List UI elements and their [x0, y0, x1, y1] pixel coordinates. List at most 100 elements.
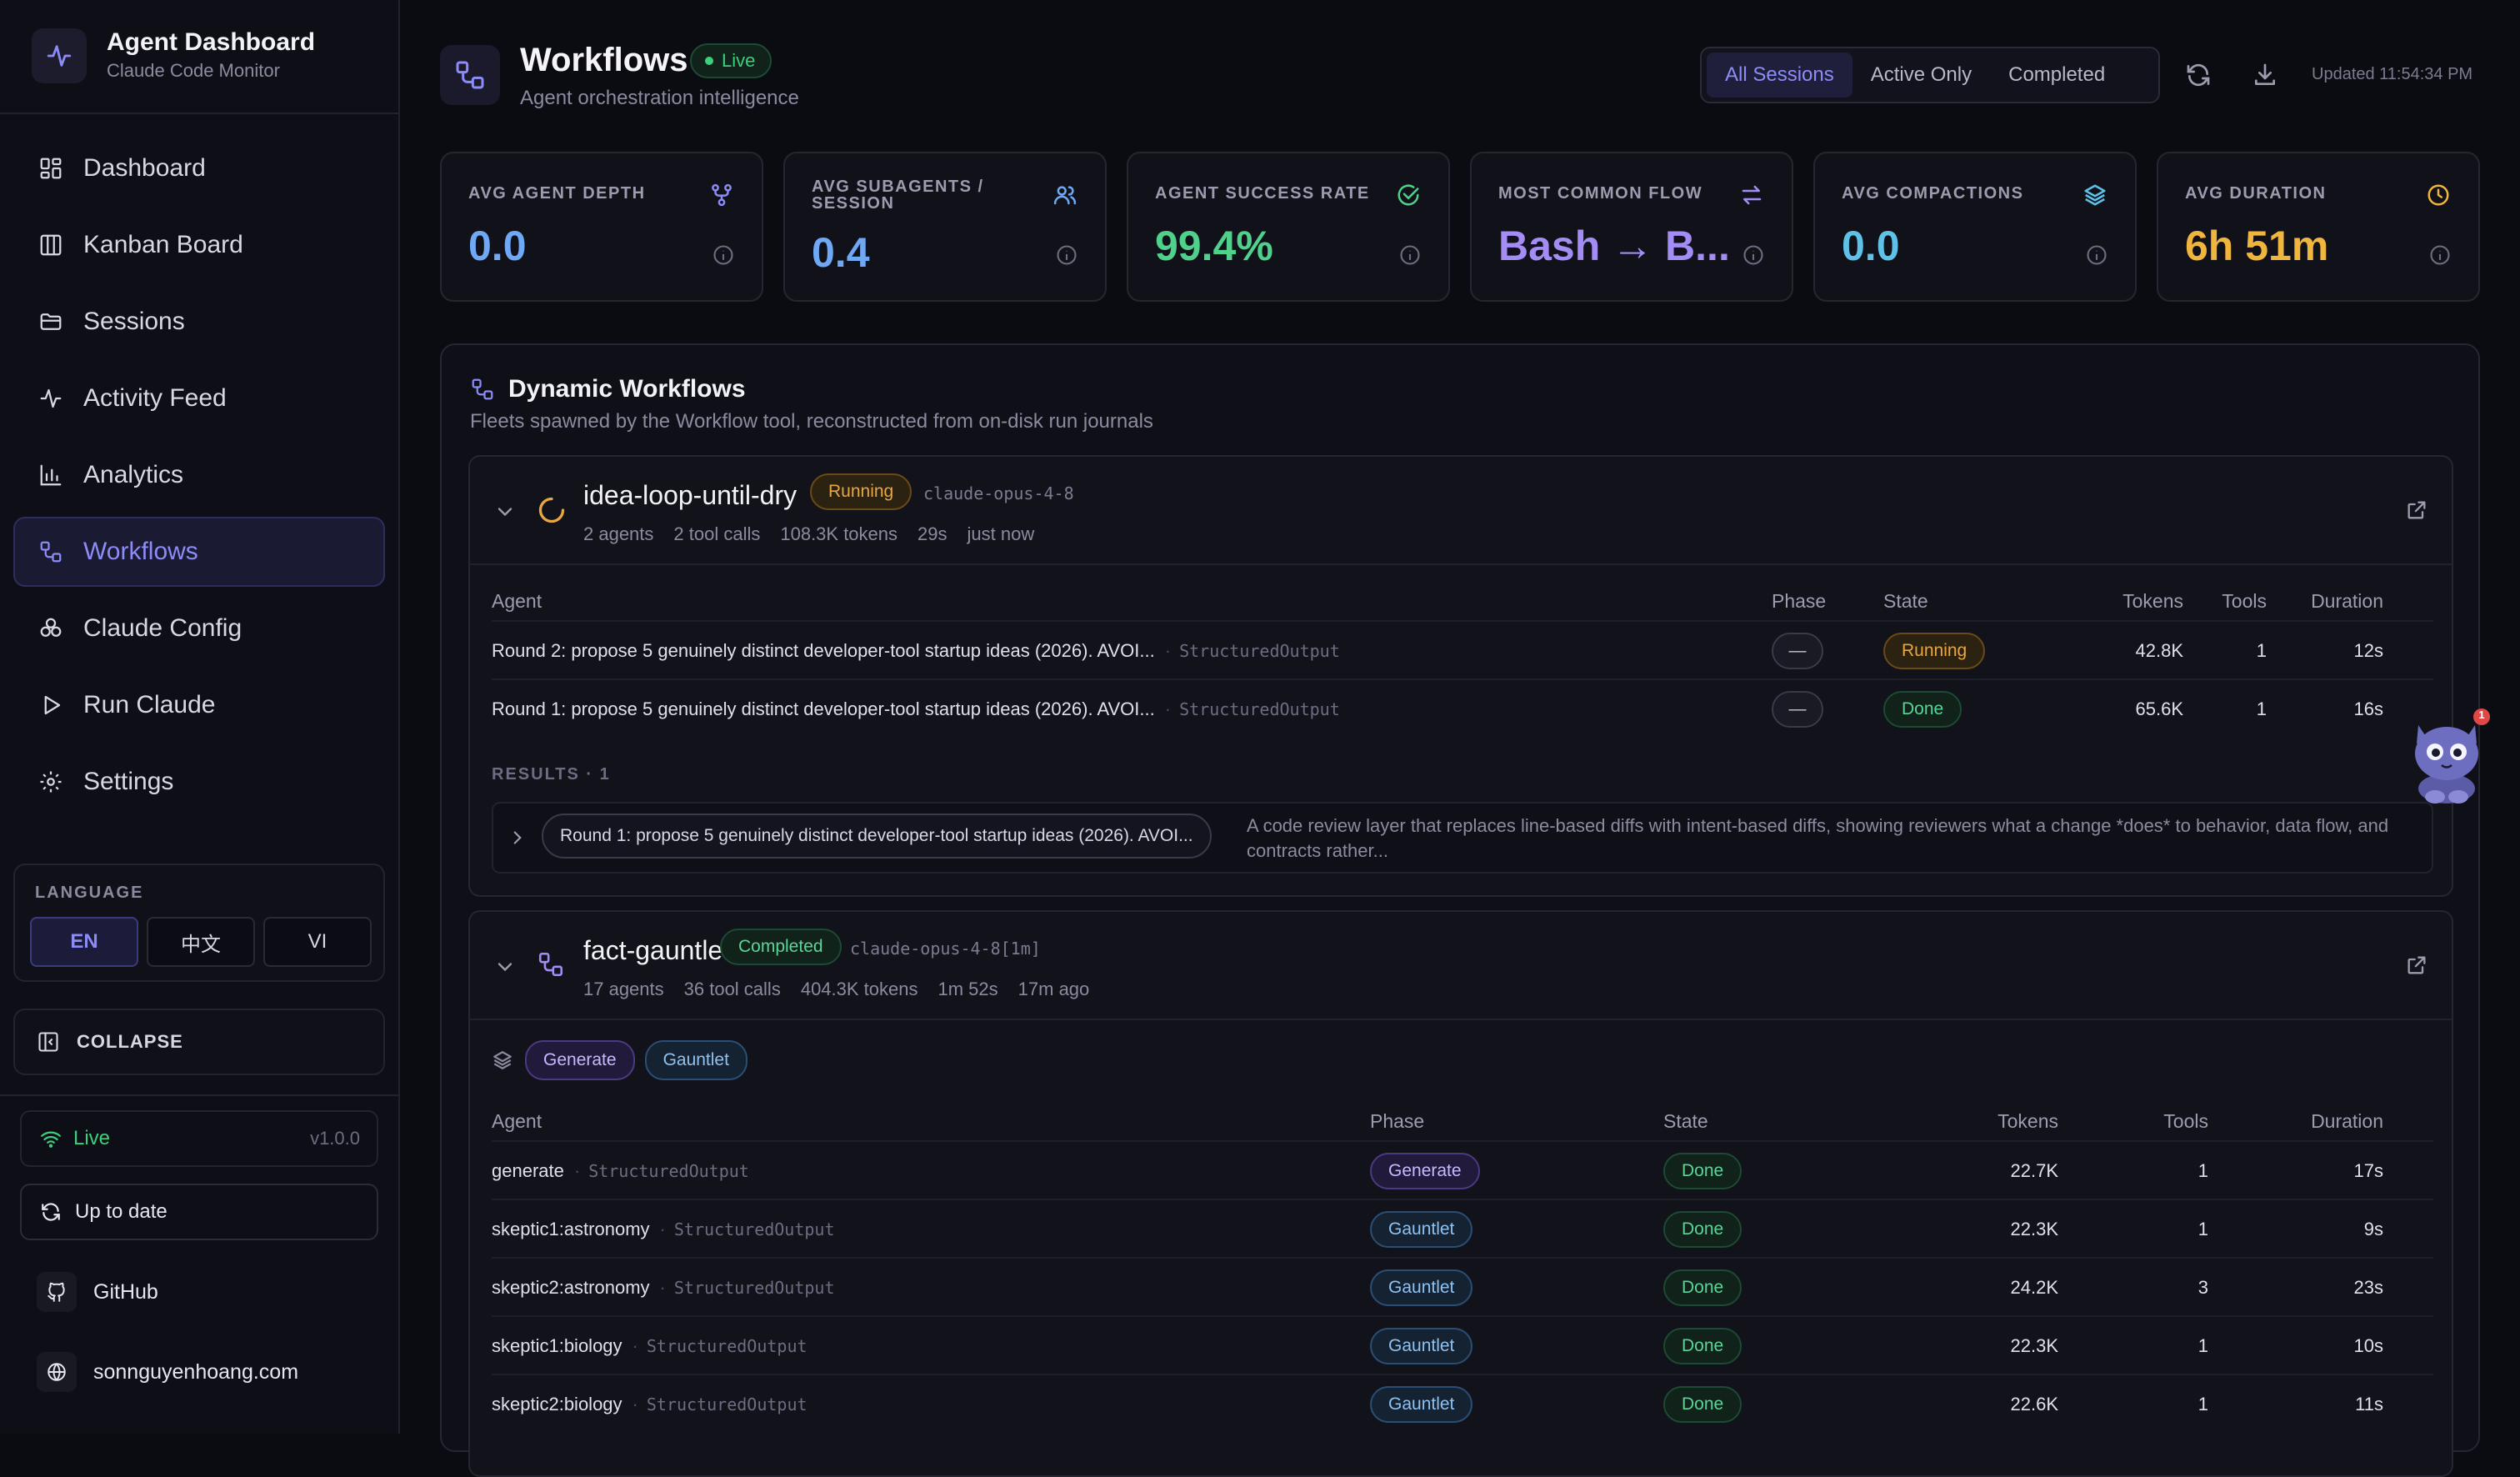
chevron-down-icon[interactable]	[493, 500, 517, 528]
panel-subtitle: Fleets spawned by the Workflow tool, rec…	[470, 410, 1153, 433]
filter-active-only[interactable]: Active Only	[1852, 53, 1990, 98]
brand[interactable]: Agent Dashboard Claude Code Monitor	[32, 25, 382, 87]
state-badge: Done	[1663, 1153, 1742, 1189]
workflow-icon	[37, 538, 65, 566]
website-link[interactable]: sonnguyenhoang.com	[37, 1349, 298, 1395]
state-badge: Done	[1663, 1386, 1742, 1423]
sidebar-item-label: Dashboard	[83, 154, 206, 182]
refresh-icon	[40, 1201, 62, 1223]
dynamic-workflows-panel: Dynamic Workflows Fleets spawned by the …	[440, 343, 2480, 1477]
sidebar-item-run-claude[interactable]: Run Claude	[13, 670, 385, 740]
config-icon	[37, 614, 65, 643]
external-link-icon[interactable]	[2405, 954, 2428, 981]
page-title: Workflows	[520, 42, 688, 78]
notification-count: 1	[2478, 708, 2485, 721]
agent-name: skeptic2:biology	[492, 1394, 622, 1414]
workflow-header[interactable]: idea-loop-until-dry Running claude-opus-…	[470, 457, 2452, 565]
agent-table: Agent Phase State Tokens Tools Duration …	[492, 1110, 2433, 1477]
table-row[interactable]: generate · StructuredOutput Generate Done …	[492, 1140, 2433, 1199]
info-icon[interactable]	[1397, 242, 1423, 268]
table-row[interactable]: skeptic2:biology · StructuredOutput Gauntl…	[492, 1374, 2433, 1432]
agent-cell: skeptic1:biology · StructuredOutput	[492, 1335, 808, 1356]
workflow-header[interactable]: fact-gauntlet Completed claude-opus-4-8[…	[470, 912, 2452, 1020]
chevron-right-icon[interactable]	[507, 827, 528, 853]
language-option-en[interactable]: EN	[30, 917, 138, 967]
export-button[interactable]	[2247, 57, 2283, 93]
page-subtitle: Agent orchestration intelligence	[520, 87, 799, 109]
sidebar-item-activity-feed[interactable]: Activity Feed	[13, 363, 385, 433]
fork-icon	[707, 180, 737, 210]
phase-badge: Gauntlet	[1370, 1269, 1473, 1306]
sidebar-item-sessions[interactable]: Sessions	[13, 287, 385, 357]
info-icon[interactable]	[2427, 242, 2453, 268]
refresh-button[interactable]	[2180, 57, 2217, 93]
state-badge: Done	[1883, 691, 1962, 728]
sidebar-item-dashboard[interactable]: Dashboard	[13, 133, 385, 203]
state-badge: Done	[1663, 1328, 1742, 1364]
tokens-cell: 65.6K	[2135, 698, 2184, 719]
phase-chip-gauntlet[interactable]: Gauntlet	[644, 1040, 748, 1080]
mascot-assistant-button[interactable]: 1	[2405, 707, 2497, 807]
filter-completed[interactable]: Completed	[1990, 53, 2123, 98]
phase-chip-generate[interactable]: Generate	[525, 1040, 635, 1080]
phase-badge: —	[1772, 633, 1823, 669]
filter-all-sessions[interactable]: All Sessions	[1707, 53, 1852, 98]
workflow-name: fact-gauntlet	[583, 935, 731, 965]
tool-tag: StructuredOutput	[673, 1219, 835, 1239]
phase-badge: —	[1772, 691, 1823, 728]
github-link[interactable]: GitHub	[37, 1269, 158, 1315]
table-row[interactable]: skeptic1:biology · StructuredOutput Gauntl…	[492, 1315, 2433, 1374]
collapse-label: COLLAPSE	[77, 1031, 183, 1052]
info-icon[interactable]	[2083, 242, 2110, 268]
workflow-status-badge: Running	[810, 473, 912, 510]
sidebar-item-claude-config[interactable]: Claude Config	[13, 593, 385, 663]
duration: 1m 52s	[938, 979, 998, 999]
language-option-vi[interactable]: VI	[263, 917, 372, 967]
tokens-cell: 22.7K	[2010, 1160, 2059, 1181]
sidebar-item-analytics[interactable]: Analytics	[13, 440, 385, 510]
sidebar: Agent Dashboard Claude Code Monitor Dash…	[0, 0, 400, 1434]
live-badge-label: Live	[722, 50, 756, 71]
stat-value: 0.4	[812, 229, 870, 276]
language-selector: LANGUAGE EN 中文 VI	[13, 864, 385, 982]
column-header-duration: Duration	[2311, 590, 2383, 612]
table-row[interactable]: skeptic2:astronomy · StructuredOutput Gaun…	[492, 1257, 2433, 1315]
language-title: LANGUAGE	[35, 884, 144, 902]
result-item[interactable]: Round 1: propose 5 genuinely distinct de…	[492, 802, 2433, 874]
tool-tag: StructuredOutput	[1179, 699, 1340, 719]
stat-card-avg-compactions: AVG COMPACTIONS 0.0	[1813, 152, 2137, 302]
sidebar-nav: Dashboard Kanban Board Sessions Activity…	[13, 133, 385, 824]
clock-icon	[2423, 180, 2453, 210]
sidebar-item-settings[interactable]: Settings	[13, 747, 385, 817]
info-icon[interactable]	[1740, 242, 1767, 268]
tool-tag: StructuredOutput	[1179, 641, 1340, 661]
agent-cell: Round 1: propose 5 genuinely distinct de…	[492, 698, 1340, 719]
last-activity: just now	[967, 523, 1035, 544]
live-status: Live v1.0.0	[20, 1110, 378, 1167]
main-content: Workflows Live Agent orchestration intel…	[400, 0, 2520, 1477]
agent-count: 2 agents	[583, 523, 654, 544]
sidebar-item-label: Analytics	[83, 461, 184, 488]
sidebar-item-kanban[interactable]: Kanban Board	[13, 210, 385, 280]
table-row[interactable]: skeptic1:astronomy · StructuredOutput Gaun…	[492, 1199, 2433, 1257]
sidebar-item-workflows[interactable]: Workflows	[13, 517, 385, 587]
external-link-icon[interactable]	[2405, 498, 2428, 526]
collapse-sidebar-button[interactable]: COLLAPSE	[13, 1009, 385, 1075]
table-row[interactable]: Round 2: propose 5 genuinely distinct de…	[492, 620, 2433, 678]
language-option-zh[interactable]: 中文	[147, 917, 255, 967]
tool-call-count: 2 tool calls	[673, 523, 761, 544]
chevron-down-icon[interactable]	[493, 955, 517, 983]
table-row[interactable]: Round 1: propose 5 genuinely distinct de…	[492, 678, 2433, 737]
tokens-cell: 22.3K	[2010, 1219, 2059, 1239]
info-icon[interactable]	[710, 242, 737, 268]
token-count: 108.3K tokens	[780, 523, 898, 544]
update-check-button[interactable]: Up to date	[20, 1184, 378, 1240]
result-title: Round 1: propose 5 genuinely distinct de…	[542, 814, 1212, 859]
model-tag: claude-opus-4-8	[923, 483, 1074, 503]
tool-tag: StructuredOutput	[646, 1336, 808, 1356]
column-header-tokens: Tokens	[1998, 1110, 2058, 1132]
stat-label: AGENT SUCCESS RATE	[1155, 184, 1370, 203]
column-header-duration: Duration	[2311, 1110, 2383, 1132]
kanban-icon	[37, 231, 65, 259]
info-icon[interactable]	[1053, 242, 1080, 268]
